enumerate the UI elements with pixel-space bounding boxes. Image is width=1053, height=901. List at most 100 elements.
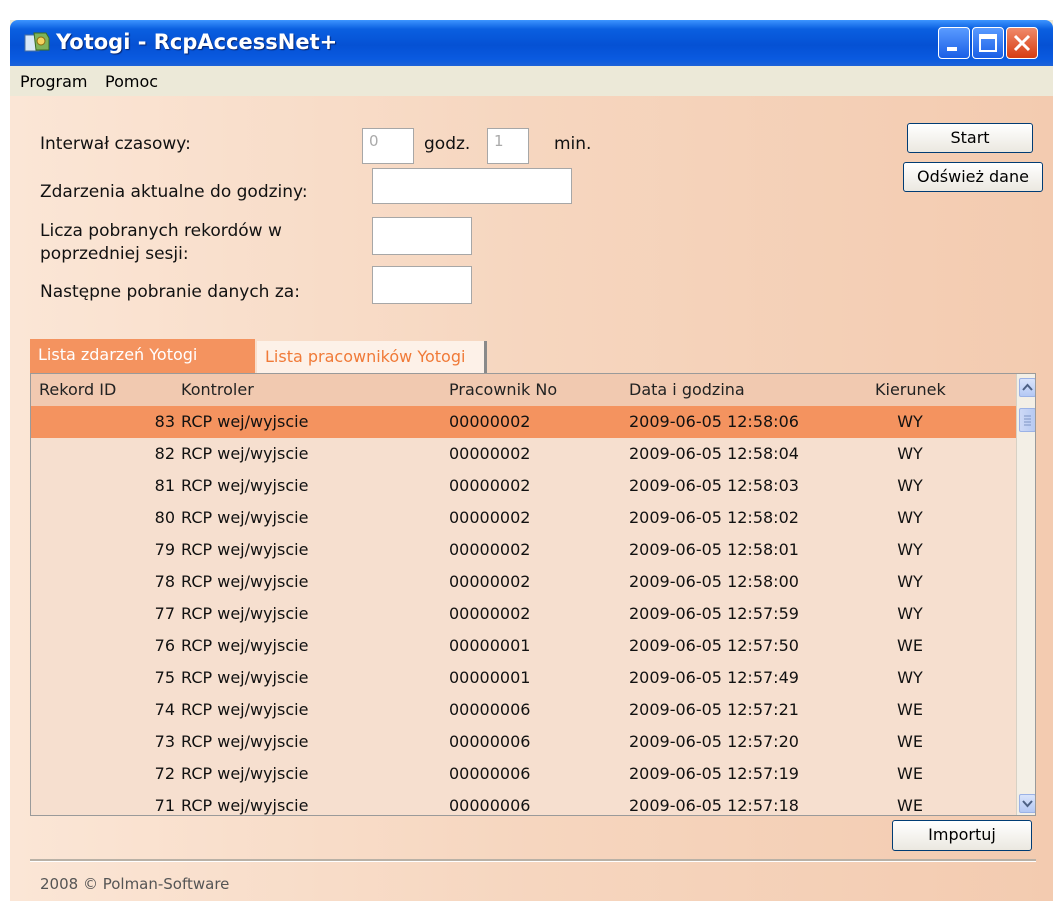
tab-events-list[interactable]: Lista zdarzeń Yotogi bbox=[30, 339, 255, 373]
cell-datetime: 2009-06-05 12:58:02 bbox=[629, 508, 799, 527]
table-row[interactable]: 76 RCP wej/wyjscie 00000001 2009-06-05 1… bbox=[31, 630, 1016, 662]
cell-record-id: 79 bbox=[154, 540, 175, 559]
footer-divider bbox=[30, 859, 1036, 862]
table-row[interactable]: 82 RCP wej/wyjscie 00000002 2009-06-05 1… bbox=[31, 438, 1016, 470]
cell-direction: WY bbox=[897, 604, 923, 623]
cell-controller: RCP wej/wyjscie bbox=[181, 508, 309, 527]
table-row[interactable]: 79 RCP wej/wyjscie 00000002 2009-06-05 1… bbox=[31, 534, 1016, 566]
cell-controller: RCP wej/wyjscie bbox=[181, 636, 309, 655]
cell-datetime: 2009-06-05 12:58:04 bbox=[629, 444, 799, 463]
cell-controller: RCP wej/wyjscie bbox=[181, 412, 309, 431]
cell-record-id: 71 bbox=[154, 796, 175, 815]
cell-direction: WE bbox=[897, 732, 923, 751]
cell-direction: WY bbox=[897, 412, 923, 431]
cell-datetime: 2009-06-05 12:57:49 bbox=[629, 668, 799, 687]
interval-minutes-input[interactable]: 1 bbox=[487, 128, 529, 164]
next-download-field bbox=[372, 266, 472, 304]
cell-controller: RCP wej/wyjscie bbox=[181, 572, 309, 591]
cell-direction: WY bbox=[897, 508, 923, 527]
cell-record-id: 76 bbox=[154, 636, 175, 655]
scroll-thumb[interactable] bbox=[1019, 408, 1035, 432]
grip-icon bbox=[1024, 415, 1031, 426]
cell-direction: WY bbox=[897, 540, 923, 559]
cell-direction: WE bbox=[897, 636, 923, 655]
col-header-controller[interactable]: Kontroler bbox=[181, 380, 254, 399]
table-row[interactable]: 73 RCP wej/wyjscie 00000006 2009-06-05 1… bbox=[31, 726, 1016, 758]
col-header-record-id[interactable]: Rekord ID bbox=[39, 380, 116, 399]
cell-controller: RCP wej/wyjscie bbox=[181, 444, 309, 463]
menu-program[interactable]: Program bbox=[20, 72, 88, 91]
col-header-direction[interactable]: Kierunek bbox=[875, 380, 946, 399]
table-row[interactable]: 78 RCP wej/wyjscie 00000002 2009-06-05 1… bbox=[31, 566, 1016, 598]
import-button[interactable]: Importuj bbox=[892, 820, 1032, 851]
cell-datetime: 2009-06-05 12:57:59 bbox=[629, 604, 799, 623]
menu-pomoc[interactable]: Pomoc bbox=[105, 72, 158, 91]
cell-employee-no: 00000006 bbox=[449, 764, 531, 783]
events-table: Rekord ID Kontroler Pracownik No Data i … bbox=[30, 373, 1036, 816]
tab-employees-list[interactable]: Lista pracowników Yotogi bbox=[257, 341, 487, 373]
cell-direction: WY bbox=[897, 476, 923, 495]
cell-controller: RCP wej/wyjscie bbox=[181, 668, 309, 687]
cell-datetime: 2009-06-05 12:58:03 bbox=[629, 476, 799, 495]
cell-direction: WY bbox=[897, 444, 923, 463]
cell-employee-no: 00000006 bbox=[449, 796, 531, 815]
cell-employee-no: 00000001 bbox=[449, 636, 531, 655]
table-row[interactable]: 77 RCP wej/wyjscie 00000002 2009-06-05 1… bbox=[31, 598, 1016, 630]
cell-direction: WE bbox=[897, 700, 923, 719]
chevron-down-icon bbox=[1022, 800, 1033, 808]
next-download-label: Następne pobranie danych za: bbox=[40, 282, 300, 302]
minimize-button[interactable] bbox=[938, 27, 970, 59]
start-button[interactable]: Start bbox=[907, 123, 1033, 153]
table-row[interactable]: 72 RCP wej/wyjscie 00000006 2009-06-05 1… bbox=[31, 758, 1016, 790]
scroll-down-button[interactable] bbox=[1019, 794, 1035, 813]
records-count-field bbox=[372, 217, 472, 255]
cell-record-id: 74 bbox=[154, 700, 175, 719]
cell-record-id: 75 bbox=[154, 668, 175, 687]
table-row[interactable]: 71 RCP wej/wyjscie 00000006 2009-06-05 1… bbox=[31, 790, 1016, 815]
scroll-up-button[interactable] bbox=[1019, 378, 1035, 397]
title-bar[interactable]: Yotogi - RcpAccessNet+ bbox=[10, 20, 1053, 66]
menu-bar: Program Pomoc bbox=[10, 66, 190, 96]
cell-record-id: 81 bbox=[154, 476, 175, 495]
col-header-datetime[interactable]: Data i godzina bbox=[629, 380, 745, 399]
table-row[interactable]: 83 RCP wej/wyjscie 00000002 2009-06-05 1… bbox=[31, 406, 1016, 438]
cell-datetime: 2009-06-05 12:57:21 bbox=[629, 700, 799, 719]
cell-record-id: 80 bbox=[154, 508, 175, 527]
cell-employee-no: 00000002 bbox=[449, 476, 531, 495]
table-row[interactable]: 80 RCP wej/wyjscie 00000002 2009-06-05 1… bbox=[31, 502, 1016, 534]
cell-direction: WY bbox=[897, 668, 923, 687]
cell-employee-no: 00000002 bbox=[449, 540, 531, 559]
records-count-label-line1: Licza pobranych rekordów w bbox=[40, 221, 282, 241]
cell-datetime: 2009-06-05 12:57:20 bbox=[629, 732, 799, 751]
close-button[interactable] bbox=[1006, 27, 1038, 59]
cell-controller: RCP wej/wyjscie bbox=[181, 796, 309, 815]
table-row[interactable]: 74 RCP wej/wyjscie 00000006 2009-06-05 1… bbox=[31, 694, 1016, 726]
cell-employee-no: 00000002 bbox=[449, 508, 531, 527]
refresh-data-button[interactable]: Odśwież dane bbox=[903, 162, 1043, 192]
table-row[interactable]: 81 RCP wej/wyjscie 00000002 2009-06-05 1… bbox=[31, 470, 1016, 502]
maximize-button[interactable] bbox=[972, 27, 1004, 59]
events-until-label: Zdarzenia aktualne do godziny: bbox=[40, 182, 308, 202]
interval-hours-input[interactable]: 0 bbox=[362, 128, 414, 164]
cell-record-id: 72 bbox=[154, 764, 175, 783]
hours-unit-label: godz. bbox=[424, 134, 471, 154]
table-row[interactable]: 75 RCP wej/wyjscie 00000001 2009-06-05 1… bbox=[31, 662, 1016, 694]
window-title: Yotogi - RcpAccessNet+ bbox=[56, 30, 338, 54]
cell-record-id: 77 bbox=[154, 604, 175, 623]
chevron-up-icon bbox=[1022, 383, 1033, 391]
cell-controller: RCP wej/wyjscie bbox=[181, 604, 309, 623]
col-header-employee-no[interactable]: Pracownik No bbox=[449, 380, 557, 399]
cell-direction: WE bbox=[897, 764, 923, 783]
app-window: Yotogi - RcpAccessNet+ Program Pomoc Int… bbox=[10, 20, 1053, 901]
cell-controller: RCP wej/wyjscie bbox=[181, 700, 309, 719]
cell-datetime: 2009-06-05 12:57:50 bbox=[629, 636, 799, 655]
cell-employee-no: 00000002 bbox=[449, 412, 531, 431]
cell-direction: WY bbox=[897, 572, 923, 591]
cell-datetime: 2009-06-05 12:58:00 bbox=[629, 572, 799, 591]
vertical-scrollbar[interactable] bbox=[1016, 374, 1035, 815]
cell-controller: RCP wej/wyjscie bbox=[181, 476, 309, 495]
cell-controller: RCP wej/wyjscie bbox=[181, 764, 309, 783]
cell-datetime: 2009-06-05 12:58:06 bbox=[629, 412, 799, 431]
table-header: Rekord ID Kontroler Pracownik No Data i … bbox=[31, 374, 1016, 407]
cell-datetime: 2009-06-05 12:58:01 bbox=[629, 540, 799, 559]
